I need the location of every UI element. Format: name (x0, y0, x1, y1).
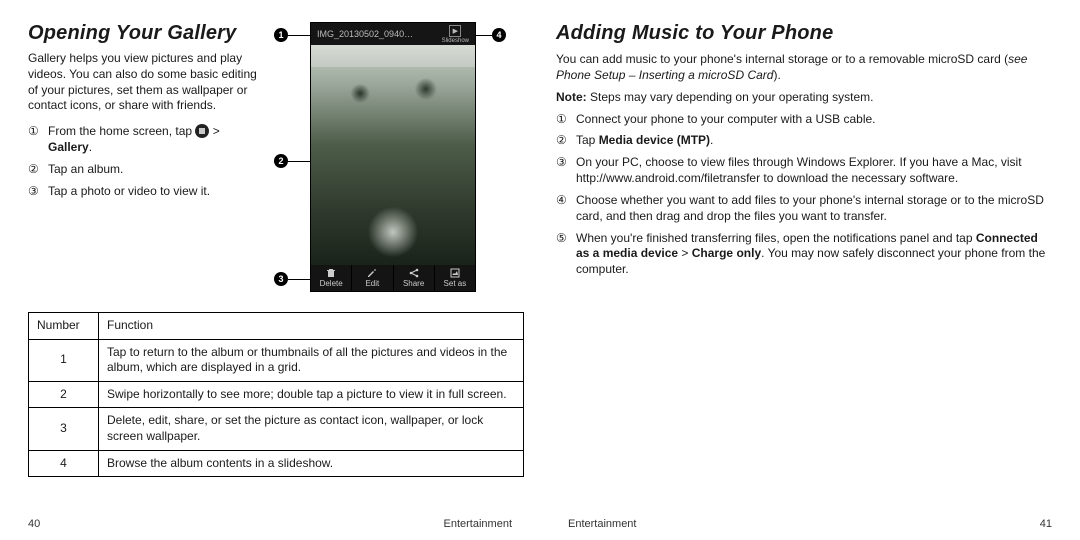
section-label: Entertainment (444, 518, 512, 530)
music-steps: ① Connect your phone to your computer wi… (556, 112, 1052, 278)
action-delete: Delete (311, 265, 352, 291)
gallery-steps: ① From the home screen, tap > Gallery. ②… (28, 124, 264, 199)
page-number: 40 (28, 518, 40, 530)
step-marker: ③ (28, 184, 42, 200)
table-header-row: Number Function (29, 313, 524, 340)
step-text: . (89, 140, 92, 154)
page-spread: Opening Your Gallery Gallery helps you v… (0, 0, 1080, 540)
footer-right: Entertainment 41 (568, 518, 1052, 530)
callout-2: 2 (274, 154, 310, 168)
intro-music: You can add music to your phone's intern… (556, 51, 1052, 83)
step-text: Tap a photo or video to view it. (48, 184, 264, 200)
callout-dot: 3 (274, 272, 288, 286)
action-setas: Set as (435, 265, 475, 291)
note-line: Note: Steps may vary depending on your o… (556, 89, 1052, 105)
phone-screenshot: IMG_20130502_0940… ▶ Slideshow Delete Ed… (310, 22, 476, 292)
image-icon (450, 268, 460, 278)
step-text: Connect your phone to your computer with… (576, 112, 1052, 128)
pencil-icon (367, 268, 377, 278)
function-table: Number Function 1Tap to return to the al… (28, 312, 524, 477)
action-edit: Edit (352, 265, 393, 291)
step-marker: ① (556, 112, 570, 128)
step-text: On your PC, choose to view files through… (576, 155, 1052, 187)
heading-music: Adding Music to Your Phone (556, 22, 1052, 45)
trash-icon (326, 268, 336, 278)
screenshot-filename: IMG_20130502_0940… (317, 29, 413, 39)
step-text: Tap an album. (48, 162, 264, 178)
step-marker: ④ (556, 193, 570, 225)
page-left: Opening Your Gallery Gallery helps you v… (0, 0, 540, 540)
screenshot-wrapper: 1 2 3 4 IMG_20130502_0940… ▶ Slideshow D… (274, 22, 506, 292)
step-bold: Gallery (48, 140, 89, 154)
table-row: 3Delete, edit, share, or set the picture… (29, 408, 524, 450)
heading-gallery: Opening Your Gallery (28, 22, 264, 45)
music-step-3: ③ On your PC, choose to view files throu… (556, 155, 1052, 187)
page-number: 41 (1040, 518, 1052, 530)
table-row: 4Browse the album contents in a slidesho… (29, 450, 524, 477)
page-right: Adding Music to Your Phone You can add m… (540, 0, 1080, 540)
apps-grid-icon (195, 124, 209, 138)
slideshow-label: Slideshow (442, 38, 469, 44)
step-text: From the home screen, tap (48, 124, 195, 138)
callout-dot: 4 (492, 28, 506, 42)
music-step-4: ④ Choose whether you want to add files t… (556, 193, 1052, 225)
step-marker: ⑤ (556, 231, 570, 278)
table-row: 1Tap to return to the album or thumbnail… (29, 339, 524, 381)
callout-3: 3 (274, 272, 310, 286)
music-step-5: ⑤ When you're finished transferring file… (556, 231, 1052, 278)
step-marker: ② (28, 162, 42, 178)
share-icon (409, 268, 419, 278)
screenshot-header: IMG_20130502_0940… ▶ Slideshow (311, 23, 475, 45)
screenshot-action-bar: Delete Edit Share Set as (311, 265, 475, 291)
step-text: Choose whether you want to add files to … (576, 193, 1052, 225)
col-number: Number (29, 313, 99, 340)
step-text: > (209, 124, 219, 138)
step-marker: ① (28, 124, 42, 156)
gallery-step-2: ② Tap an album. (28, 162, 264, 178)
music-step-1: ① Connect your phone to your computer wi… (556, 112, 1052, 128)
intro-gallery: Gallery helps you view pictures and play… (28, 51, 264, 114)
callout-dot: 2 (274, 154, 288, 168)
step-marker: ② (556, 133, 570, 149)
table-row: 2Swipe horizontally to see more; double … (29, 381, 524, 408)
gallery-step-1: ① From the home screen, tap > Gallery. (28, 124, 264, 156)
play-icon: ▶ (449, 25, 461, 37)
music-step-2: ② Tap Media device (MTP). (556, 133, 1052, 149)
screenshot-photo (311, 45, 475, 265)
section-label: Entertainment (568, 518, 636, 530)
gallery-step-3: ③ Tap a photo or video to view it. (28, 184, 264, 200)
action-share: Share (394, 265, 435, 291)
callout-dot: 1 (274, 28, 288, 42)
footer-left: 40 Entertainment (28, 518, 512, 530)
callout-1: 1 (274, 28, 310, 42)
col-function: Function (99, 313, 524, 340)
callout-4: 4 (474, 28, 506, 42)
step-marker: ③ (556, 155, 570, 187)
